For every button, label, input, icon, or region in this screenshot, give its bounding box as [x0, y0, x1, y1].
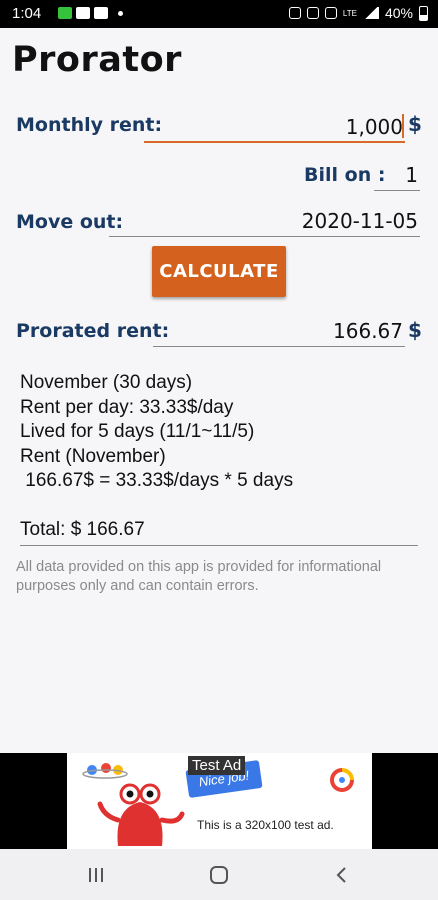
ad-mascot-image[interactable] [78, 758, 188, 848]
move-out-date-input[interactable] [109, 206, 420, 237]
move-out-label: Move out: [16, 211, 124, 233]
video-notification-icon [76, 7, 90, 19]
monthly-rent-currency: $ [408, 112, 422, 136]
chat-notification-icon [58, 7, 72, 19]
test-ad-label: Test Ad [188, 756, 246, 775]
calculation-details: November (30 days) Rent per day: 33.33$/… [20, 371, 293, 494]
text-cursor [402, 114, 404, 138]
back-icon [336, 867, 346, 883]
recent-apps-button[interactable] [76, 861, 116, 889]
monthly-rent-input[interactable] [144, 112, 405, 143]
system-icons: LTE 40% [288, 5, 428, 21]
app-title: Prorator [12, 40, 182, 80]
google-ads-logo-icon [330, 768, 354, 792]
battery-icon [419, 5, 428, 21]
home-icon [210, 866, 228, 884]
battery-percent: 40% [384, 5, 413, 21]
bill-on-input[interactable] [374, 160, 420, 191]
monthly-rent-label: Monthly rent: [16, 114, 163, 136]
more-notifications-icon [118, 11, 123, 16]
status-bar: 1:04 LTE 40% [0, 0, 438, 28]
recent-apps-icon [89, 868, 103, 882]
detail-line: Rent (November) [20, 445, 166, 467]
disclaimer-text: All data provided on this app is provide… [16, 559, 382, 594]
total-amount: Total: $ 166.67 [20, 519, 418, 546]
detail-line: November (30 days) [20, 372, 193, 393]
detail-line: Lived for 5 days (11/1~11/5) [20, 421, 255, 442]
mute-icon [306, 7, 319, 19]
home-button[interactable] [199, 861, 239, 889]
system-navigation-bar [0, 849, 438, 900]
prorated-rent-output[interactable] [153, 316, 405, 347]
ad-description: This is a 320x100 test ad. [197, 818, 334, 832]
calculate-button[interactable]: CALCULATE [152, 246, 286, 297]
detail-line: Rent per day: 33.33$/day [20, 396, 234, 418]
signal-icon [362, 7, 379, 19]
prorated-rent-label: Prorated rent: [16, 320, 170, 342]
wifi-calling-icon [324, 7, 337, 19]
network-type: LTE [342, 8, 357, 18]
status-time: 1:04 [12, 5, 42, 22]
alarm-icon [288, 7, 301, 19]
notification-icons [58, 7, 123, 19]
back-button[interactable] [321, 861, 361, 889]
detail-line: 166.67$ = 33.33$/days * 5 days [20, 470, 294, 491]
sync-notification-icon [94, 7, 108, 19]
prorated-rent-currency: $ [408, 318, 422, 342]
